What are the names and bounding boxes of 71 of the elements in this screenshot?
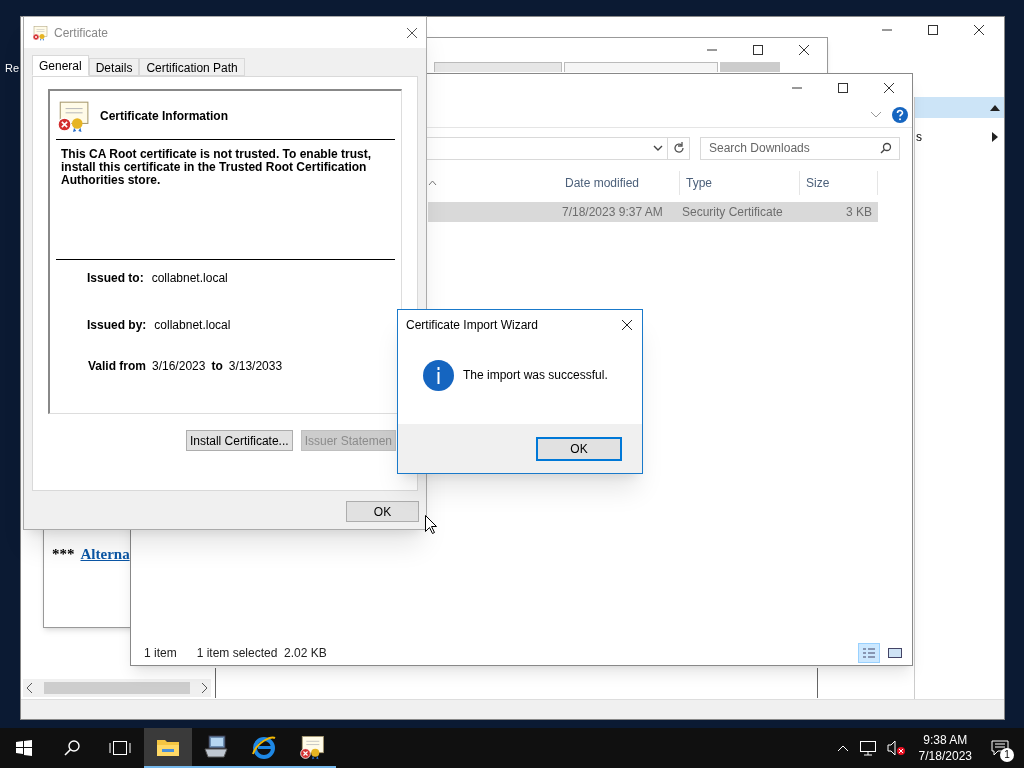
field-label: Issued by: bbox=[87, 317, 147, 334]
clock-time[interactable]: 9:38 AM bbox=[923, 732, 968, 748]
refresh-button[interactable] bbox=[668, 136, 690, 160]
status-text: 1 item bbox=[144, 645, 177, 662]
column-header[interactable]: Type bbox=[680, 171, 800, 195]
chevron-up-icon[interactable] bbox=[836, 744, 849, 752]
section-heading: Certificate Information bbox=[100, 108, 228, 125]
search-icon[interactable] bbox=[64, 740, 80, 756]
refresh-icon bbox=[672, 142, 685, 154]
column-header[interactable]: Size bbox=[800, 171, 878, 195]
notification-icon bbox=[991, 740, 1009, 756]
taskbar-app[interactable] bbox=[144, 728, 192, 768]
expand-arrow-icon[interactable] bbox=[992, 132, 998, 142]
ok-button[interactable]: OK bbox=[536, 436, 622, 461]
sort-caret-icon[interactable] bbox=[428, 180, 437, 186]
start-icon[interactable] bbox=[16, 740, 32, 756]
field-value: collabnet.local bbox=[154, 317, 231, 334]
server-manager-icon[interactable] bbox=[203, 735, 229, 759]
scrollbar-thumb[interactable] bbox=[44, 682, 190, 694]
field-value: 3/16/2023 bbox=[152, 358, 206, 375]
field-label: Issued to: bbox=[87, 270, 144, 287]
list-icon bbox=[862, 647, 876, 659]
window-title: Certificate bbox=[54, 24, 109, 42]
close-icon[interactable] bbox=[406, 26, 418, 39]
browser-icon[interactable] bbox=[251, 734, 277, 760]
info-icon bbox=[423, 359, 454, 391]
help-icon[interactable] bbox=[892, 106, 908, 123]
certificate-icon bbox=[56, 99, 90, 133]
action-center-button[interactable]: 1 bbox=[986, 734, 1014, 762]
search-icon[interactable] bbox=[880, 141, 892, 154]
scroll-right-icon[interactable] bbox=[202, 683, 208, 693]
mouse-cursor-icon bbox=[425, 515, 437, 534]
install-certificate-button[interactable]: Install Certificate... bbox=[185, 430, 293, 451]
table-cell-text: 3 KB bbox=[845, 204, 872, 221]
field-value: collabnet.local bbox=[151, 270, 228, 287]
trust-message: This CA Root certificate is not trusted. To enable trust, install this certificate in the Trusted Root Certification Authorities store. bbox=[56, 140, 395, 260]
panel-text: s bbox=[916, 129, 922, 146]
chevron-down-icon[interactable] bbox=[870, 110, 882, 119]
field-label: to bbox=[211, 358, 223, 375]
column-header[interactable]: Date modified bbox=[559, 171, 680, 195]
horizontal-scrollbar[interactable] bbox=[23, 679, 211, 697]
table-cell-text: Security Certificate bbox=[682, 204, 784, 221]
notification-badge: 1 bbox=[1000, 748, 1014, 762]
file-row[interactable]: 7/18/2023 9:37 AM Security Certificate 3 KB bbox=[428, 202, 878, 222]
field-value: 3/13/2033 bbox=[228, 358, 283, 375]
dialog-tab[interactable]: Details bbox=[88, 58, 140, 76]
certificate-icon[interactable] bbox=[299, 734, 325, 760]
field-label: Valid from bbox=[88, 358, 146, 375]
clock-date[interactable]: 7/18/2023 bbox=[918, 748, 972, 764]
certificate-icon bbox=[32, 24, 48, 41]
window-title: Certificate Import Wizard bbox=[406, 317, 539, 334]
network-icon[interactable] bbox=[858, 740, 877, 756]
page-text: *** bbox=[52, 544, 75, 564]
dropdown-icon[interactable] bbox=[653, 144, 664, 152]
dialog-tab[interactable]: Certification Path bbox=[139, 58, 245, 76]
dialog-tab[interactable]: General bbox=[32, 55, 89, 76]
scroll-left-icon[interactable] bbox=[26, 683, 32, 693]
desktop-icon-label: Re bbox=[5, 61, 20, 76]
muted-speaker-icon[interactable] bbox=[886, 740, 905, 756]
folder-icon[interactable] bbox=[156, 737, 180, 757]
close-icon[interactable] bbox=[621, 319, 633, 331]
tab-strip bbox=[720, 62, 780, 72]
scroll-up-icon[interactable] bbox=[990, 103, 1000, 112]
search-field[interactable]: Search Downloads bbox=[700, 136, 900, 160]
wizard-message: The import was successful. bbox=[463, 367, 608, 384]
task-view-icon[interactable] bbox=[109, 740, 131, 756]
page-link[interactable]: Alterna bbox=[80, 542, 130, 565]
ok-button[interactable]: OK bbox=[346, 501, 419, 522]
status-text: 1 item selected 2.02 KB bbox=[196, 645, 327, 662]
table-cell-text: 7/18/2023 9:37 AM bbox=[562, 204, 664, 221]
image-icon bbox=[888, 647, 902, 659]
